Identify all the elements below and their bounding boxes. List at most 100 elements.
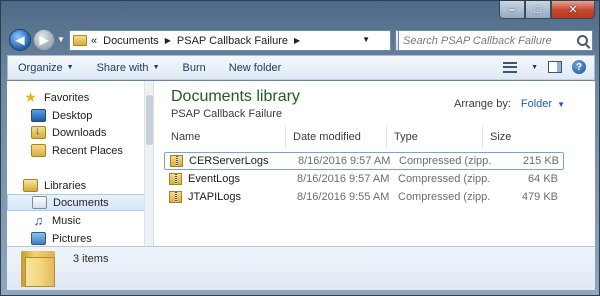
column-header-name[interactable]: Name <box>164 126 286 148</box>
change-view-icon[interactable] <box>503 61 518 73</box>
libraries-icon <box>23 179 38 192</box>
navigation-pane: ★ Favorites Desktop Downloads Recent Pla… <box>7 81 154 246</box>
library-subtitle: PSAP Callback Failure <box>171 108 283 120</box>
sidebar-item-pictures[interactable]: Pictures <box>31 230 153 246</box>
sidebar-favorites-header[interactable]: ★ Favorites <box>23 89 148 106</box>
details-pane: 3 items <box>7 246 595 290</box>
chevron-down-icon: ▼ <box>66 64 74 71</box>
star-icon: ★ <box>24 89 37 105</box>
folder-icon <box>21 251 55 287</box>
file-date: 8/16/2016 9:57 AM <box>297 173 390 185</box>
sidebar-item-downloads[interactable]: Downloads <box>31 124 153 141</box>
new-folder-button[interactable]: New folder <box>229 62 282 74</box>
sidebar-item-label: Recent Places <box>52 144 123 157</box>
breadcrumb-separator-icon[interactable]: ▶ <box>294 36 300 45</box>
sidebar-item-label: Documents <box>53 196 109 209</box>
sidebar-item-desktop[interactable]: Desktop <box>31 107 153 124</box>
navigation-row: ◀ ▶ ▼ « Documents ▶ PSAP Callback Failur… <box>7 27 595 53</box>
maximize-button[interactable]: □ <box>525 1 551 19</box>
file-row[interactable]: CERServerLogs 8/16/2016 9:57 AM Compress… <box>164 152 564 170</box>
file-size: 64 KB <box>528 173 558 185</box>
arrange-by: Arrange by: Folder ▼ <box>454 98 565 110</box>
recent-places-icon <box>31 144 46 157</box>
item-count: 3 items <box>73 253 109 265</box>
sidebar-item-label: Pictures <box>52 232 92 245</box>
close-button[interactable]: ✕ <box>551 1 595 19</box>
new-folder-label: New folder <box>228 61 282 74</box>
sidebar-item-label: Desktop <box>52 109 93 122</box>
file-name: JTAPILogs <box>188 191 241 203</box>
preview-pane-icon[interactable] <box>548 61 562 73</box>
file-date: 8/16/2016 9:57 AM <box>298 155 391 167</box>
sidebar-item-music[interactable]: ♫ Music <box>31 212 153 229</box>
sidebar-item-label: Favorites <box>44 91 90 104</box>
file-row[interactable]: JTAPILogs 8/16/2016 9:55 AM Compressed (… <box>164 188 564 206</box>
zip-folder-icon <box>169 191 182 203</box>
organize-menu[interactable]: Organize ▼ <box>18 62 74 74</box>
file-name: CERServerLogs <box>189 155 269 167</box>
zip-folder-icon <box>170 155 183 167</box>
sidebar-item-recent-places[interactable]: Recent Places <box>31 142 153 159</box>
breadcrumb-documents[interactable]: Documents <box>103 35 159 47</box>
file-size: 215 KB <box>522 155 559 167</box>
recent-pages-dropdown-icon[interactable]: ▼ <box>57 35 65 44</box>
desktop-icon <box>31 109 46 122</box>
folder-icon <box>73 35 87 46</box>
column-header-row: Name Date modified Type Size <box>164 126 564 148</box>
window-controls: – □ ✕ <box>499 1 595 19</box>
search-input[interactable]: Search PSAP Callback Failure <box>398 30 593 51</box>
command-bar: Organize ▼ Share with ▼ Burn New folder … <box>7 55 595 80</box>
downloads-icon <box>31 125 46 139</box>
sidebar-item-documents[interactable]: Documents <box>7 194 145 211</box>
documents-icon <box>32 196 47 209</box>
help-icon[interactable]: ? <box>572 60 586 74</box>
file-list: CERServerLogs 8/16/2016 9:57 AM Compress… <box>164 152 564 206</box>
forward-button[interactable]: ▶ <box>33 29 55 51</box>
title-bar: – □ ✕ <box>1 1 599 25</box>
arrange-by-dropdown[interactable]: Folder <box>521 98 552 110</box>
zip-folder-icon <box>169 173 182 185</box>
organize-label: Organize <box>18 61 63 74</box>
column-header-size[interactable]: Size <box>483 126 545 148</box>
file-name: EventLogs <box>188 173 240 185</box>
toolbar-right-group: ▼ ? <box>503 60 586 74</box>
forward-arrow-icon: ▶ <box>39 33 49 47</box>
search-placeholder: Search PSAP Callback Failure <box>403 34 552 47</box>
sidebar-item-label: Downloads <box>52 126 107 139</box>
address-history-dropdown-icon[interactable]: ▼ <box>362 35 370 44</box>
share-with-label: Share with <box>96 61 149 74</box>
search-icon[interactable] <box>577 35 588 46</box>
back-button[interactable]: ◀ <box>9 29 31 51</box>
scrollbar-thumb[interactable] <box>146 95 153 145</box>
navigation-scrollbar[interactable] <box>144 81 153 246</box>
breadcrumb-separator-icon[interactable]: ▶ <box>165 36 171 45</box>
file-type: Compressed (zipp... <box>399 155 491 167</box>
sidebar-item-label: Libraries <box>44 179 87 192</box>
column-header-date-modified[interactable]: Date modified <box>286 126 387 148</box>
explorer-window: – □ ✕ ◀ ▶ ▼ « Documents ▶ PSAP Callback … <box>0 0 600 296</box>
minimize-button[interactable]: – <box>499 1 525 19</box>
music-icon: ♫ <box>33 213 44 228</box>
library-title: Documents library <box>171 88 300 105</box>
column-header-type[interactable]: Type <box>387 126 483 148</box>
file-list-pane: Documents library PSAP Callback Failure … <box>154 81 595 246</box>
file-date: 8/16/2016 9:55 AM <box>297 191 390 203</box>
chevron-down-icon[interactable]: ▼ <box>557 100 565 109</box>
sidebar-libraries-header[interactable]: Libraries <box>23 177 148 194</box>
views-dropdown-icon[interactable]: ▼ <box>531 64 538 71</box>
back-arrow-icon: ◀ <box>15 33 25 47</box>
burn-label: Burn <box>182 61 206 74</box>
file-size: 479 KB <box>521 191 558 203</box>
address-bar[interactable]: « Documents ▶ PSAP Callback Failure ▶ ▼ <box>69 30 391 51</box>
file-type: Compressed (zipp... <box>398 173 490 185</box>
pictures-icon <box>31 232 46 245</box>
breadcrumb: « Documents ▶ PSAP Callback Failure ▶ <box>91 35 300 47</box>
breadcrumb-psap-callback-failure[interactable]: PSAP Callback Failure <box>177 35 288 47</box>
sidebar-item-label: Music <box>52 214 81 227</box>
burn-button[interactable]: Burn <box>183 62 206 74</box>
arrange-label: Arrange by: <box>454 98 511 110</box>
share-with-menu[interactable]: Share with ▼ <box>97 62 160 74</box>
breadcrumb-overflow[interactable]: « <box>91 35 97 47</box>
file-row[interactable]: EventLogs 8/16/2016 9:57 AM Compressed (… <box>164 170 564 188</box>
file-type: Compressed (zipp... <box>398 191 490 203</box>
